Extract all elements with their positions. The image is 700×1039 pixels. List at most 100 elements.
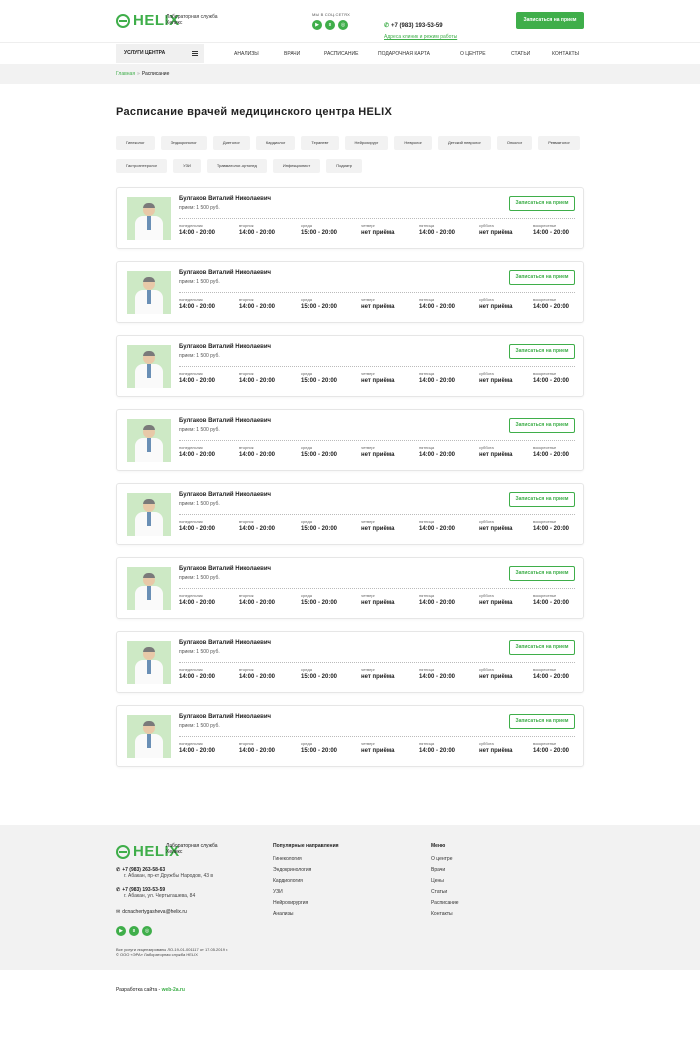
youtube-icon[interactable]: ▶ <box>116 926 126 936</box>
footer-popular-link[interactable]: Гинекология <box>273 856 339 862</box>
specialty-tag[interactable]: Эндокринолог <box>160 136 207 150</box>
book-appointment-button[interactable]: Записаться на прием <box>509 196 575 211</box>
doctor-card: Булгаков Виталий Николаевич прием: 1 500 … <box>116 557 584 619</box>
day-label: четверг <box>361 371 375 376</box>
footer-popular-link[interactable]: Нейрохирургия <box>273 900 339 906</box>
breadcrumb-home[interactable]: Главная <box>116 71 135 77</box>
vk-icon[interactable]: в <box>129 926 139 936</box>
day-hours: 15:00 - 20:00 <box>301 304 338 310</box>
book-appointment-button[interactable]: Записаться на прием <box>509 714 575 729</box>
schedule-day: четверг нет приёма <box>361 371 395 384</box>
footer-menu-link[interactable]: Расписание <box>431 900 459 906</box>
footer-popular-link[interactable]: Кардиология <box>273 878 339 884</box>
footer-popular-link[interactable]: УЗИ <box>273 889 339 895</box>
day-label: вторник <box>239 741 254 746</box>
header-phone[interactable]: +7 (983) 193-53-59 <box>384 23 443 29</box>
footer-menu-link[interactable]: Врачи <box>431 867 459 873</box>
nav-link-analyses[interactable]: АНАЛИЗЫ <box>234 51 259 57</box>
day-hours: нет приёма <box>361 674 395 680</box>
doctor-name[interactable]: Булгаков Виталий Николаевич <box>179 270 271 276</box>
appointment-button[interactable]: Записаться на прием <box>516 12 584 29</box>
footer-popular-link[interactable]: Анализы <box>273 911 339 917</box>
specialty-tag[interactable]: Терапевт <box>301 136 339 150</box>
book-appointment-button[interactable]: Записаться на прием <box>509 344 575 359</box>
nav-link-schedule[interactable]: РАСПИСАНИЕ <box>324 51 358 57</box>
doctor-name[interactable]: Булгаков Виталий Николаевич <box>179 640 271 646</box>
developer-link[interactable]: web-2a.ru <box>162 987 185 993</box>
day-hours: 14:00 - 20:00 <box>179 304 216 310</box>
day-hours: 14:00 - 20:00 <box>239 674 276 680</box>
book-appointment-button[interactable]: Записаться на прием <box>509 640 575 655</box>
schedule-day: среда 15:00 - 20:00 <box>301 741 337 754</box>
specialty-tag[interactable]: Кардиолог <box>255 136 296 150</box>
specialty-tag[interactable]: Онколог <box>496 136 533 150</box>
doctor-name[interactable]: Булгаков Виталий Николаевич <box>179 714 271 720</box>
schedule-day: понедельник 14:00 - 20:00 <box>179 297 215 310</box>
instagram-icon[interactable]: ◎ <box>142 926 152 936</box>
doctor-name[interactable]: Булгаков Виталий Николаевич <box>179 566 271 572</box>
schedule-day: суббота нет приёма <box>479 667 513 680</box>
doctor-name[interactable]: Булгаков Виталий Николаевич <box>179 196 271 202</box>
specialty-tag[interactable]: Гинеколог <box>116 136 155 150</box>
book-appointment-button[interactable]: Записаться на прием <box>509 418 575 433</box>
footer-menu-link[interactable]: Контакты <box>431 911 459 917</box>
schedule-day: вторник 14:00 - 20:00 <box>239 297 275 310</box>
book-appointment-button[interactable]: Записаться на прием <box>509 566 575 581</box>
schedule-day: воскресенье 14:00 - 20:00 <box>533 667 569 680</box>
nav-link-doctors[interactable]: ВРАЧИ <box>284 51 300 57</box>
footer-email[interactable]: dcnachertygasheva@helix.ru <box>116 909 187 915</box>
footer-menu: Меню О центре Врачи Цены Статьи Расписан… <box>431 843 459 922</box>
book-appointment-button[interactable]: Записаться на прием <box>509 270 575 285</box>
burger-icon <box>192 51 198 56</box>
schedule-day: понедельник 14:00 - 20:00 <box>179 741 215 754</box>
doctor-name[interactable]: Булгаков Виталий Николаевич <box>179 418 271 424</box>
footer-address: г. Абакан, ул. Чертыгашева, 84 <box>124 893 196 899</box>
specialty-tag[interactable]: Инфекционист <box>272 159 321 173</box>
specialty-tag[interactable]: Нейрохирург <box>344 136 389 150</box>
day-label: понедельник <box>179 223 203 228</box>
specialty-tag[interactable]: Ревматолог <box>538 136 580 150</box>
youtube-icon[interactable]: ▶ <box>312 20 322 30</box>
schedule-day: суббота нет приёма <box>479 371 513 384</box>
day-label: суббота <box>479 445 494 450</box>
day-hours: 14:00 - 20:00 <box>179 378 216 384</box>
specialty-tag[interactable]: Гастроэнтеролог <box>116 159 168 173</box>
social-caption: МЫ В СОЦ.СЕТЯХ <box>312 12 351 17</box>
instagram-icon[interactable]: ◎ <box>338 20 348 30</box>
schedule-day: вторник 14:00 - 20:00 <box>239 223 275 236</box>
book-appointment-button[interactable]: Записаться на прием <box>509 492 575 507</box>
day-hours: нет приёма <box>361 378 395 384</box>
footer-menu-link[interactable]: Цены <box>431 878 459 884</box>
nav-link-about[interactable]: О ЦЕНТРЕ <box>460 51 486 57</box>
nav-link-articles[interactable]: СТАТЬИ <box>511 51 530 57</box>
schedule-day: вторник 14:00 - 20:00 <box>239 741 275 754</box>
day-label: четверг <box>361 667 375 672</box>
doctor-card: Булгаков Виталий Николаевич прием: 1 500 … <box>116 187 584 249</box>
specialty-tag[interactable]: Невролог <box>394 136 433 150</box>
day-hours: 14:00 - 20:00 <box>533 674 570 680</box>
services-menu-button[interactable]: УСЛУГИ ЦЕНТРА <box>116 44 204 63</box>
doctor-price: прием: 1 500 руб. <box>179 575 220 581</box>
doctor-name[interactable]: Булгаков Виталий Николаевич <box>179 492 271 498</box>
day-hours: нет приёма <box>361 526 395 532</box>
specialty-tag[interactable]: Детский невролог <box>438 136 491 150</box>
day-label: суббота <box>479 223 494 228</box>
footer-menu-link[interactable]: Статьи <box>431 889 459 895</box>
vk-icon[interactable]: в <box>325 20 335 30</box>
breadcrumb-separator: » <box>137 71 140 77</box>
schedule-day: воскресенье 14:00 - 20:00 <box>533 445 569 458</box>
day-hours: 15:00 - 20:00 <box>301 230 338 236</box>
nav-link-gift-card[interactable]: ПОДАРОЧНАЯ КАРТА <box>378 51 430 57</box>
address-link[interactable]: Адреса клиник и режим работы <box>384 34 457 40</box>
specialty-tag[interactable]: Подиатр <box>326 159 363 173</box>
divider <box>179 514 575 515</box>
doctor-name[interactable]: Булгаков Виталий Николаевич <box>179 344 271 350</box>
footer-menu-link[interactable]: О центре <box>431 856 459 862</box>
specialty-tag[interactable]: УЗИ <box>173 159 201 173</box>
day-label: воскресенье <box>533 445 557 450</box>
specialty-tag[interactable]: Диетолог <box>212 136 250 150</box>
specialty-tag[interactable]: Травматолог-ортопед <box>206 159 267 173</box>
doctor-price: прием: 1 500 руб. <box>179 649 220 655</box>
footer-popular-link[interactable]: Эндокринология <box>273 867 339 873</box>
nav-link-contacts[interactable]: КОНТАКТЫ <box>552 51 579 57</box>
